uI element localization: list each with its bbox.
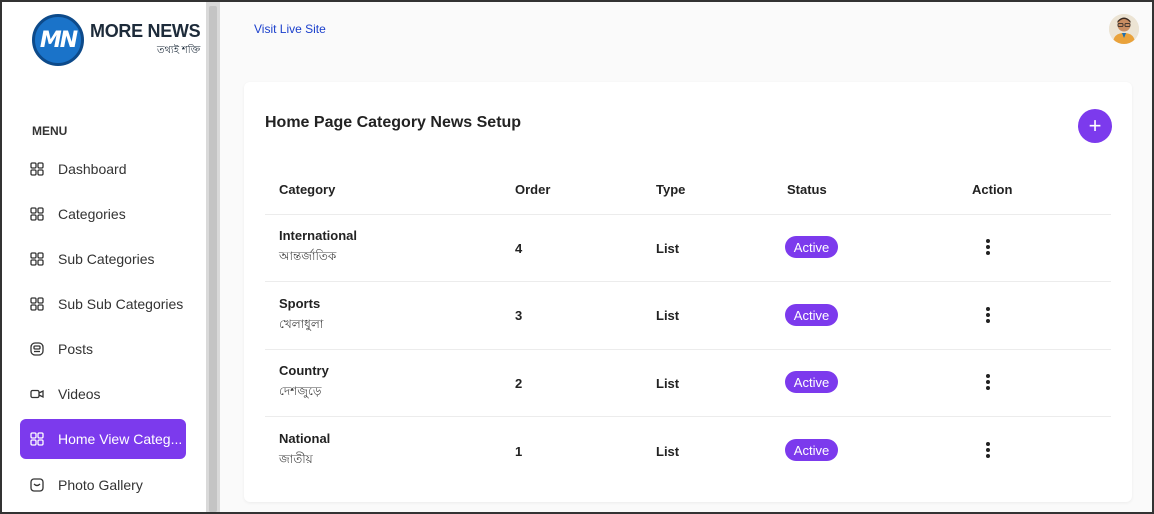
category-cell: International আন্তর্জাতিক (279, 228, 357, 268)
type-cell: List (656, 376, 680, 391)
type-cell: List (656, 241, 680, 256)
order-cell: 3 (515, 308, 523, 323)
sidebar-item-label: Videos (58, 386, 101, 402)
sidebar-item-label: Dashboard (58, 161, 127, 177)
more-actions-icon[interactable] (983, 305, 993, 325)
brand-name: MORE NEWS (90, 20, 201, 41)
category-name: Sports (279, 296, 321, 311)
status-badge: Active (785, 236, 838, 258)
category-name-bn: খেলাধুলা (279, 317, 324, 331)
category-name: International (279, 228, 358, 243)
sidebar-scrollbar[interactable] (206, 2, 220, 512)
sidebar-item-label: Categories (58, 206, 126, 222)
scrollbar-thumb[interactable] (209, 6, 217, 512)
sidebar-item-label: Sub Sub Categories (58, 296, 184, 312)
grid-icon (30, 162, 44, 176)
column-header-category: Category (279, 182, 336, 197)
add-button[interactable]: + (1078, 109, 1112, 143)
grid-icon (30, 252, 44, 266)
posts-icon (30, 342, 44, 356)
order-cell: 1 (515, 444, 523, 459)
category-name-bn: আন্তর্জাতিক (279, 249, 337, 263)
row-divider (265, 214, 1111, 215)
grid-icon (30, 207, 44, 221)
sidebar-item-label: Photo Gallery (58, 477, 143, 493)
column-header-action: Action (972, 182, 1013, 197)
sidebar-item-label: Sub Categories (58, 251, 155, 267)
category-news-setup-card: Home Page Category News Setup + Category… (244, 82, 1132, 502)
sidebar-item-dashboard[interactable]: Dashboard (20, 149, 186, 189)
page-title: Home Page Category News Setup (265, 114, 522, 131)
app-window: MN MORE NEWS তথ্যই শক্তি MENU Dashboard … (0, 0, 1154, 514)
category-name: National (279, 431, 331, 446)
visit-live-site-link[interactable]: Visit Live Site (254, 22, 326, 36)
column-header-type: Type (656, 182, 686, 197)
gallery-icon (30, 478, 44, 492)
sidebar-item-sub-sub-categories[interactable]: Sub Sub Categories (20, 284, 186, 324)
more-actions-icon[interactable] (983, 372, 993, 392)
more-actions-icon[interactable] (983, 237, 993, 257)
sidebar-item-categories[interactable]: Categories (20, 194, 186, 234)
status-badge: Active (785, 439, 838, 461)
logo-mark: MN (32, 14, 84, 66)
type-cell: List (656, 444, 680, 459)
video-icon (30, 387, 44, 401)
sidebar-item-label: Posts (58, 341, 94, 357)
category-cell: National জাতীয় (279, 431, 330, 471)
grid-icon (30, 297, 44, 311)
category-cell: Country দেশজুড়ে (279, 363, 329, 403)
row-divider (265, 281, 1111, 282)
status-badge: Active (785, 371, 838, 393)
order-cell: 4 (515, 241, 523, 256)
order-cell: 2 (515, 376, 523, 391)
column-header-status: Status (787, 182, 827, 197)
brand-logo[interactable]: MN MORE NEWS তথ্যই শক্তি (32, 14, 201, 66)
category-name-bn: জাতীয় (279, 452, 313, 466)
sidebar-item-videos[interactable]: Videos (20, 374, 186, 414)
row-divider (265, 416, 1111, 417)
type-cell: List (656, 308, 680, 323)
sidebar: MN MORE NEWS তথ্যই শক্তি MENU Dashboard … (2, 2, 206, 512)
sidebar-item-home-view-categories[interactable]: Home View Categ... (20, 419, 186, 459)
user-avatar[interactable] (1109, 14, 1139, 44)
brand-tagline: তথ্যই শক্তি (156, 44, 201, 56)
row-divider (265, 349, 1111, 350)
sidebar-item-sub-categories[interactable]: Sub Categories (20, 239, 186, 279)
category-name-bn: দেশজুড়ে (279, 384, 322, 398)
sidebar-item-posts[interactable]: Posts (20, 329, 186, 369)
sidebar-item-photo-gallery[interactable]: Photo Gallery (20, 465, 186, 505)
category-name: Country (279, 363, 329, 378)
more-actions-icon[interactable] (983, 440, 993, 460)
sidebar-item-label: Home View Categ... (58, 431, 183, 447)
column-header-order: Order (515, 182, 551, 197)
status-badge: Active (785, 304, 838, 326)
grid-icon (30, 432, 44, 446)
menu-heading: MENU (32, 124, 68, 138)
category-cell: Sports খেলাধুলা (279, 296, 323, 336)
